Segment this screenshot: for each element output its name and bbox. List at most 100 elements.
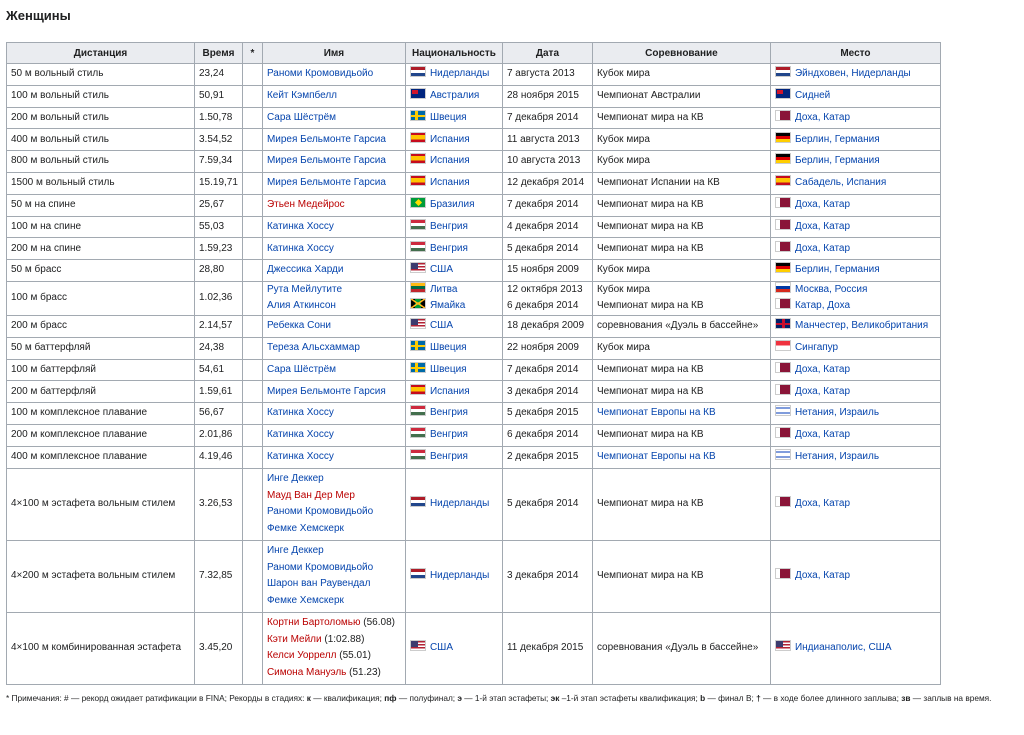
date-cell: 7 декабря 2014: [501, 193, 593, 217]
venue-link[interactable]: Доха, Катар: [795, 498, 850, 509]
venue-link[interactable]: Доха, Катар: [795, 429, 850, 440]
athlete-link[interactable]: Алия Аткинсон: [267, 300, 336, 311]
nation-link[interactable]: Венгрия: [430, 451, 468, 462]
athlete-link[interactable]: Мирея Бельмонте Гарсиа: [267, 155, 386, 166]
venue-link[interactable]: Сабадель, Испания: [795, 177, 886, 188]
venue-link[interactable]: Доха, Катар: [795, 199, 850, 210]
column-header[interactable]: *: [241, 42, 263, 64]
column-header[interactable]: Соревнование: [591, 42, 771, 64]
nation-link[interactable]: Венгрия: [430, 221, 468, 232]
athlete-link[interactable]: Сара Шёстрём: [267, 112, 336, 123]
nation-link[interactable]: Венгрия: [430, 429, 468, 440]
flag-icon: [774, 318, 791, 330]
nation-link[interactable]: Бразилия: [430, 199, 475, 210]
athlete-link[interactable]: Сара Шёстрём: [267, 364, 336, 375]
athlete-link[interactable]: Рута Мейлутите: [267, 284, 342, 295]
athlete-link[interactable]: Раноми Кромовидьойо: [267, 506, 373, 517]
athlete-link[interactable]: Кэти Мейли: [267, 634, 322, 645]
venue-link[interactable]: Манчестер, Великобритания: [795, 320, 928, 331]
venue-link[interactable]: Эйндховен, Нидерланды: [795, 68, 911, 79]
nation-link[interactable]: Нидерланды: [430, 570, 489, 581]
flag-icon: [409, 281, 426, 293]
venue-link[interactable]: Доха, Катар: [795, 112, 850, 123]
nation-link[interactable]: Ямайка: [430, 300, 465, 311]
competition-cell: Чемпионат Европы на КВ: [591, 402, 771, 425]
athlete-link[interactable]: Кортни Бартоломью: [267, 617, 361, 628]
nation-link[interactable]: Швеция: [430, 364, 467, 375]
venue-link[interactable]: Сидней: [795, 90, 830, 101]
athlete-link[interactable]: Мауд Ван Дер Мер: [267, 490, 355, 501]
competition-cell: Чемпионат мира на КВ: [591, 539, 771, 613]
nation-link[interactable]: Австралия: [430, 90, 479, 101]
column-header[interactable]: Дистанция: [6, 42, 195, 64]
nation-link[interactable]: Испания: [430, 386, 470, 397]
nation-link[interactable]: Испания: [430, 134, 470, 145]
athlete-link[interactable]: Инге Деккер: [267, 473, 324, 484]
athlete-link[interactable]: Инге Деккер: [267, 545, 324, 556]
nation-link[interactable]: Литва: [430, 284, 458, 295]
column-header[interactable]: Национальность: [404, 42, 503, 64]
nation-link[interactable]: Испания: [430, 177, 470, 188]
event-cell: 4×100 м комбинированная эстафета: [6, 611, 195, 685]
venue-link[interactable]: Берлин, Германия: [795, 264, 880, 275]
athlete-link[interactable]: Катинка Хоссу: [267, 221, 334, 232]
athlete-link[interactable]: Шарон ван Раувендал: [267, 578, 371, 589]
athlete-link[interactable]: Раноми Кромовидьойо: [267, 562, 373, 573]
column-header[interactable]: Место: [769, 42, 941, 64]
athlete-link[interactable]: Келси Уоррелл: [267, 650, 337, 661]
venue-link[interactable]: Нетания, Израиль: [795, 407, 879, 418]
venue-link[interactable]: Москва, Россия: [795, 284, 868, 295]
flag-icon: [409, 87, 426, 99]
column-header[interactable]: Имя: [261, 42, 406, 64]
venue-link[interactable]: Доха, Катар: [795, 221, 850, 232]
athlete-link[interactable]: Кейт Кэмпбелл: [267, 90, 337, 101]
name-line: Алия Аткинсон: [267, 298, 401, 315]
athlete-link[interactable]: Катинка Хоссу: [267, 243, 334, 254]
athlete-link[interactable]: Тереза Альсхаммар: [267, 342, 360, 353]
athlete-link[interactable]: Этьен Медейрос: [267, 199, 345, 210]
athlete-link[interactable]: Фемке Хемскерк: [267, 523, 344, 534]
nation-link[interactable]: США: [430, 320, 453, 331]
venue-link[interactable]: Доха, Катар: [795, 243, 850, 254]
column-header[interactable]: Время: [194, 42, 243, 64]
competition-link[interactable]: Чемпионат Европы на КВ: [597, 451, 716, 462]
athlete-link[interactable]: Мирея Бельмонте Гарсия: [267, 386, 386, 397]
athlete-link[interactable]: Ребекка Сони: [267, 320, 331, 331]
athlete-link[interactable]: Джессика Харди: [267, 264, 344, 275]
athlete-link[interactable]: Фемке Хемскерк: [267, 595, 344, 606]
venue-link[interactable]: Доха, Катар: [795, 364, 850, 375]
competition-link[interactable]: Чемпионат Европы на КВ: [597, 407, 716, 418]
athlete-link[interactable]: Мирея Бельмонте Гарсиа: [267, 177, 386, 188]
athlete-link[interactable]: Катинка Хоссу: [267, 429, 334, 440]
venue-link[interactable]: Индианаполис, США: [795, 642, 892, 653]
venue-line: Эйндховен, Нидерланды: [774, 66, 936, 83]
name-line: Катинка Хоссу: [267, 219, 401, 236]
nation-link[interactable]: Венгрия: [430, 407, 468, 418]
athlete-link[interactable]: Катинка Хоссу: [267, 407, 334, 418]
note-dagger-text: — в ходе более длинного заплыва;: [760, 692, 902, 703]
venue-link[interactable]: Доха, Катар: [795, 570, 850, 581]
time-cell: 23,24: [194, 63, 243, 86]
venue-link[interactable]: Сингапур: [795, 342, 838, 353]
nation-link[interactable]: США: [430, 264, 453, 275]
column-header[interactable]: Дата: [501, 42, 593, 64]
venue-link[interactable]: Доха, Катар: [795, 386, 850, 397]
nation-link[interactable]: США: [430, 642, 453, 653]
note-cell: [241, 539, 263, 613]
athlete-link[interactable]: Раноми Кромовидьойо: [267, 68, 373, 79]
nation-link[interactable]: Испания: [430, 155, 470, 166]
name-line: Джессика Харди: [267, 262, 401, 279]
venue-link[interactable]: Нетания, Израиль: [795, 451, 879, 462]
athlete-link[interactable]: Катинка Хоссу: [267, 451, 334, 462]
nation-link[interactable]: Нидерланды: [430, 498, 489, 509]
nation-link[interactable]: Нидерланды: [430, 68, 489, 79]
athlete-link[interactable]: Симона Мануэль: [267, 667, 346, 678]
competition-cell: соревнования «Дуэль в бассейне»: [591, 611, 771, 685]
venue-link[interactable]: Катар, Доха: [795, 300, 850, 311]
nation-link[interactable]: Швеция: [430, 112, 467, 123]
nation-link[interactable]: Швеция: [430, 342, 467, 353]
athlete-link[interactable]: Мирея Бельмонте Гарсиа: [267, 134, 386, 145]
nation-link[interactable]: Венгрия: [430, 243, 468, 254]
venue-link[interactable]: Берлин, Германия: [795, 134, 880, 145]
venue-link[interactable]: Берлин, Германия: [795, 155, 880, 166]
